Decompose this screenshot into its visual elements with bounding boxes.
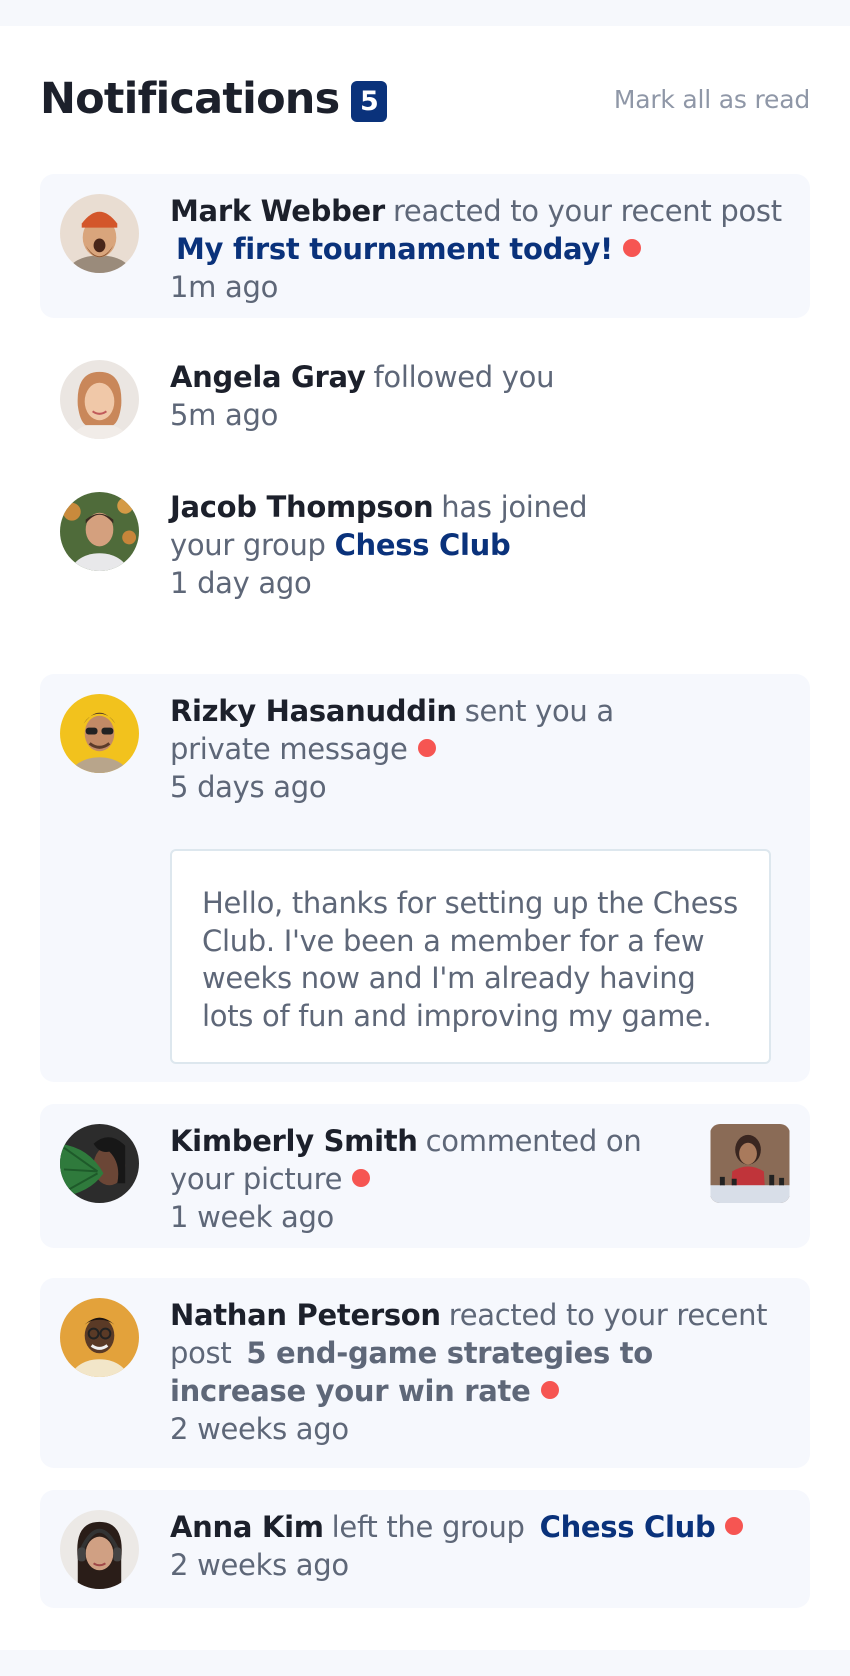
unread-dot	[540, 1381, 559, 1399]
avatar-jacob-thompson[interactable]	[60, 492, 139, 571]
avatar-mark-webber[interactable]	[60, 194, 139, 273]
notifications-card: Notifications 5 Mark all as read Mark We…	[0, 26, 850, 1650]
user-name[interactable]: Jacob Thompson	[170, 490, 434, 524]
unread-dot	[417, 739, 436, 757]
avatar-anna-kim[interactable]	[60, 1510, 139, 1589]
avatar-rizky-hasanuddin[interactable]	[60, 694, 139, 773]
notification-content: Nathan Peterson reacted to your recent po…	[170, 1296, 790, 1448]
timestamp: 1m ago	[170, 270, 279, 304]
notification-content: Anna Kim left the group Chess Club 2 week…	[170, 1508, 790, 1584]
notification-content: Kimberly Smith commented on your picture …	[170, 1122, 650, 1236]
timestamp: 5 days ago	[170, 770, 327, 804]
avatar-kimberly-smith[interactable]	[60, 1124, 139, 1203]
user-name[interactable]: Kimberly Smith	[170, 1124, 418, 1158]
user-name[interactable]: Mark Webber	[170, 194, 385, 228]
user-name[interactable]: Anna Kim	[170, 1510, 324, 1544]
notification-item[interactable]: Angela Gray followed you 5m ago	[40, 346, 810, 462]
notification-content: Angela Gray followed you 5m ago	[170, 358, 790, 434]
timestamp: 1 day ago	[170, 566, 312, 600]
group-link[interactable]: Chess Club	[540, 1510, 716, 1544]
page-title: Notifications	[40, 74, 340, 124]
timestamp: 5m ago	[170, 398, 279, 432]
notification-content: Rizky Hasanuddin sent you a private messa…	[170, 692, 710, 806]
unread-dot	[725, 1517, 744, 1535]
notification-action: followed you	[373, 360, 555, 394]
notifications-header: Notifications 5 Mark all as read	[40, 70, 810, 128]
notification-item[interactable]: Nathan Peterson reacted to your recent po…	[40, 1278, 810, 1468]
post-link[interactable]: 5 end-game strategies to increase your w…	[170, 1336, 653, 1408]
timestamp: 2 weeks ago	[170, 1412, 349, 1446]
notification-item[interactable]: Kimberly Smith commented on your picture …	[40, 1104, 810, 1248]
title-group: Notifications 5	[40, 74, 388, 124]
notification-item[interactable]: Mark Webber reacted to your recent post M…	[40, 174, 810, 318]
notification-action: reacted to your recent post	[392, 194, 782, 228]
post-link[interactable]: My first tournament today!	[176, 232, 613, 266]
notification-content: Mark Webber reacted to your recent post M…	[170, 192, 790, 306]
group-link[interactable]: Chess Club	[335, 528, 511, 562]
timestamp: 1 week ago	[170, 1200, 335, 1234]
chess-picture-thumbnail[interactable]	[710, 1124, 790, 1203]
avatar-angela-gray[interactable]	[60, 360, 139, 439]
private-message[interactable]: Hello, thanks for setting up the Chess C…	[170, 849, 771, 1064]
notification-item[interactable]: Anna Kim left the group Chess Club 2 week…	[40, 1490, 810, 1608]
timestamp: 2 weeks ago	[170, 1548, 349, 1582]
mark-all-read-button[interactable]: Mark all as read	[614, 85, 810, 114]
avatar-nathan-peterson[interactable]	[60, 1298, 139, 1377]
unread-dot	[622, 239, 641, 257]
unread-count-badge: 5	[351, 80, 388, 122]
notification-action: left the group	[331, 1510, 525, 1544]
user-name[interactable]: Angela Gray	[170, 360, 366, 394]
notification-item[interactable]: Rizky Hasanuddin sent you a private messa…	[40, 674, 810, 1082]
user-name[interactable]: Rizky Hasanuddin	[170, 694, 457, 728]
unread-dot	[352, 1169, 371, 1187]
notification-content: Jacob Thompson has joined your group Ches…	[170, 488, 650, 602]
notification-item[interactable]: Jacob Thompson has joined your group Ches…	[40, 478, 810, 630]
user-name[interactable]: Nathan Peterson	[170, 1298, 441, 1332]
